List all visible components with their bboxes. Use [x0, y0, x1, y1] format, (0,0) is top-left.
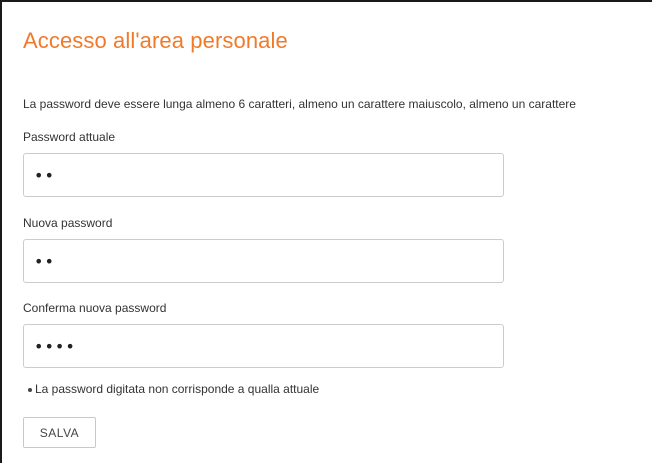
current-password-label: Password attuale: [23, 130, 116, 144]
save-button[interactable]: SALVA: [23, 417, 96, 448]
new-password-field[interactable]: [23, 239, 504, 283]
password-rules-text: La password deve essere lunga almeno 6 c…: [23, 97, 576, 111]
confirm-password-field[interactable]: [23, 324, 504, 368]
error-message-text: La password digitata non corrisponde a q…: [35, 382, 320, 396]
error-message: La password digitata non corrisponde a q…: [23, 382, 319, 396]
bullet-icon: [28, 388, 32, 392]
page-title: Accesso all'area personale: [23, 28, 288, 53]
new-password-label: Nuova password: [23, 216, 113, 230]
current-password-field[interactable]: [23, 153, 504, 197]
confirm-password-label: Conferma nuova password: [23, 301, 167, 315]
error-list: La password digitata non corrisponde a q…: [23, 382, 319, 396]
page-frame: Accesso all'area personale La password d…: [0, 0, 652, 463]
